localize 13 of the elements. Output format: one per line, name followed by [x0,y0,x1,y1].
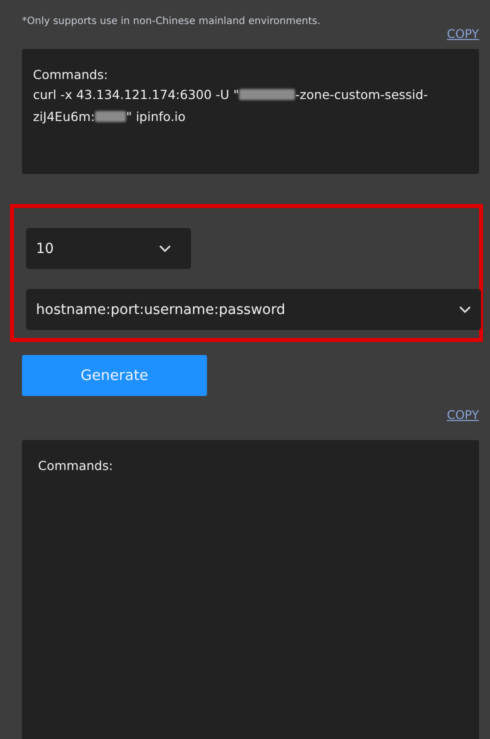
chevron-down-icon [159,244,171,252]
commands-label: Commands: [33,67,109,82]
redacted-text-block [239,89,296,100]
commands-label: Commands: [38,458,114,473]
copy-link[interactable]: COPY [446,408,479,422]
chevron-down-icon [459,306,471,314]
copy-link[interactable]: COPY [446,27,479,41]
generate-button[interactable]: Generate [22,355,207,396]
curl-command-text: curl -x 43.134.121.174:6300 -U " -zone-custom-sessid-ziJ4Eu6m: " ipinfo.io [33,86,429,126]
redacted-text-block [94,111,126,122]
count-dropdown[interactable]: 10 [26,228,191,269]
disclaimer-note: *Only supports use in non-Chinese mainland environments. [22,16,320,27]
format-dropdown[interactable]: hostname:port:username:password [26,289,481,330]
